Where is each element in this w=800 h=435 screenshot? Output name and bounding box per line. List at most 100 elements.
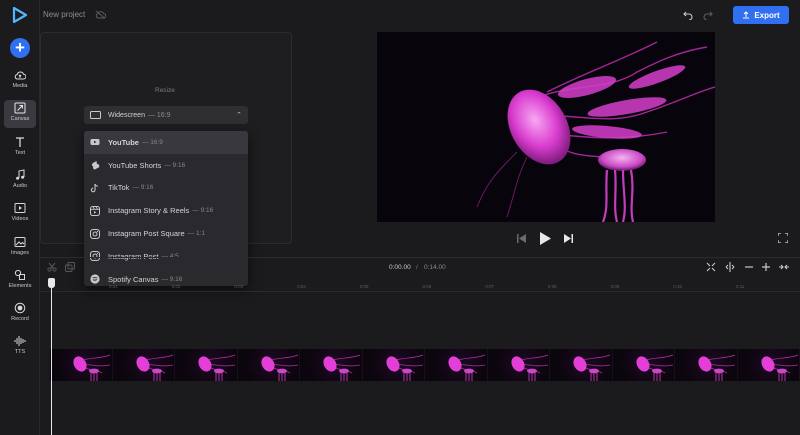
option-ratio: — 9:16: [192, 207, 214, 215]
split-view-icon[interactable]: [725, 262, 735, 272]
cloud-upload-icon: [14, 71, 26, 80]
sidebar-item-label: Elements: [8, 282, 32, 289]
instagram-reels-icon: [90, 205, 100, 216]
jellyfish-frame: [377, 32, 715, 222]
sidebar-item-label: TTS: [14, 349, 26, 356]
image-icon: [14, 236, 26, 247]
ruler-tick: 0:11: [736, 284, 745, 289]
export-button[interactable]: Export: [733, 6, 789, 24]
option-name: TikTok: [108, 183, 130, 193]
sidebar-item-record[interactable]: Record: [4, 300, 36, 328]
option-ratio: — 9:16: [132, 184, 154, 192]
timeline-ruler[interactable]: [40, 280, 800, 292]
sidebar-item-label: Record: [11, 316, 29, 323]
scissors-icon[interactable]: [47, 262, 57, 272]
sidebar-item-label: Audio: [12, 182, 28, 189]
plus-icon: +: [15, 38, 25, 57]
option-name: Instagram Post Square: [108, 229, 185, 239]
ruler-tick: 0:06: [422, 284, 432, 289]
sidebar-item-canvas[interactable]: Canvas: [4, 100, 36, 129]
clip-thumbnail: [175, 349, 238, 381]
sidebar-item-text[interactable]: Text: [4, 134, 36, 162]
sidebar-item-videos[interactable]: Videos: [4, 200, 36, 228]
sidebar-item-label: Images: [10, 249, 30, 256]
ruler-tick: 0:04: [297, 284, 306, 289]
timeline-toolbar: [40, 257, 800, 279]
playhead-handle[interactable]: [48, 278, 55, 288]
total-time: 0:14.00: [424, 264, 446, 271]
clip-thumbnail: [737, 349, 800, 381]
clip-thumbnail: [550, 349, 613, 381]
resize-heading: Resize: [155, 87, 175, 94]
aspect-option[interactable]: TikTok — 9:16: [84, 177, 248, 200]
video-editor: + Media Canvas Text Audio Videos Images Elemen…: [0, 0, 800, 435]
clip-thumbnail: [300, 349, 363, 381]
resize-icon: [14, 102, 26, 114]
widescreen-icon: [90, 111, 101, 119]
youtube-icon: [90, 139, 100, 146]
ruler-tick: 0:02: [171, 284, 181, 289]
record-icon: [14, 302, 26, 314]
cloud-sync-icon: [95, 10, 106, 19]
ruler-tick: 0:09: [610, 284, 620, 289]
aspect-option[interactable]: YouTube — 16:9: [84, 131, 248, 154]
sidebar-item-media[interactable]: Media: [4, 67, 36, 95]
youtube-shorts-icon: [91, 161, 100, 170]
upload-icon: [743, 11, 750, 19]
tiktok-icon: [90, 183, 99, 193]
expand-horizontal-icon[interactable]: [779, 262, 789, 272]
zoom-in-icon[interactable]: [761, 262, 771, 272]
redo-icon[interactable]: [703, 10, 713, 20]
app-logo-icon[interactable]: [12, 7, 28, 23]
ruler-tick: 0:05: [359, 284, 369, 289]
duplicate-icon[interactable]: [65, 262, 75, 272]
play-icon[interactable]: [540, 232, 551, 245]
shapes-icon: [14, 269, 25, 280]
option-ratio: — 9:16: [164, 161, 186, 169]
sidebar-item-elements[interactable]: Elements: [4, 267, 36, 295]
add-media-button[interactable]: +: [10, 38, 30, 58]
video-icon: [14, 203, 26, 214]
sidebar-item-images[interactable]: Images: [4, 234, 36, 262]
undo-icon[interactable]: [683, 10, 693, 20]
skip-forward-icon[interactable]: [564, 234, 573, 243]
clip-thumbnail: [112, 349, 175, 381]
music-note-icon: [16, 169, 25, 180]
sidebar-item-tts[interactable]: TTS: [4, 333, 36, 361]
zoom-out-icon[interactable]: [744, 262, 754, 272]
sidebar-item-label: Media: [12, 83, 28, 89]
project-title[interactable]: New project: [43, 10, 85, 19]
skip-back-icon[interactable]: [517, 234, 526, 243]
clip-thumbnail: [50, 349, 113, 381]
clip-thumbnail: [675, 349, 738, 381]
video-track[interactable]: [50, 349, 800, 381]
sidebar-item-audio[interactable]: Audio: [4, 167, 36, 195]
clip-thumbnail: [425, 349, 488, 381]
aspect-option[interactable]: Instagram Story & Reels — 9:16: [84, 199, 248, 222]
option-ratio: — 16:9: [141, 138, 163, 146]
sidebar-item-label: Videos: [11, 216, 29, 223]
select-value: Widescreen: [108, 111, 145, 119]
playhead[interactable]: [51, 278, 52, 435]
ruler-tick: 0:03: [234, 284, 244, 289]
select-ratio: — 16:9: [147, 111, 171, 119]
option-name: Instagram Story & Reels: [108, 206, 190, 216]
aspect-option[interactable]: YouTube Shorts — 9:16: [84, 154, 248, 177]
ruler-tick: 0:01: [109, 284, 118, 289]
chevron-updown-icon: ⌃: [236, 112, 242, 119]
playback-controls: [517, 231, 577, 245]
sidebar-item-label: Text: [14, 149, 26, 156]
video-preview[interactable]: [377, 32, 715, 222]
fullscreen-icon[interactable]: [778, 233, 788, 243]
ruler-tick: 0:10: [673, 284, 683, 289]
aspect-ratio-select[interactable]: Widescreen — 16:9 ⌃: [84, 106, 248, 124]
clip-thumbnail: [487, 349, 550, 381]
ruler-tick: 0:07: [485, 284, 494, 289]
ruler-tick: 0:08: [547, 284, 557, 289]
waveform-icon: [14, 336, 26, 347]
sidebar-item-label: Canvas: [10, 116, 30, 123]
instagram-icon: [90, 228, 100, 239]
aspect-option[interactable]: Instagram Post Square — 1:1: [84, 222, 248, 245]
fit-timeline-icon[interactable]: [706, 262, 716, 272]
text-icon: [16, 136, 24, 147]
